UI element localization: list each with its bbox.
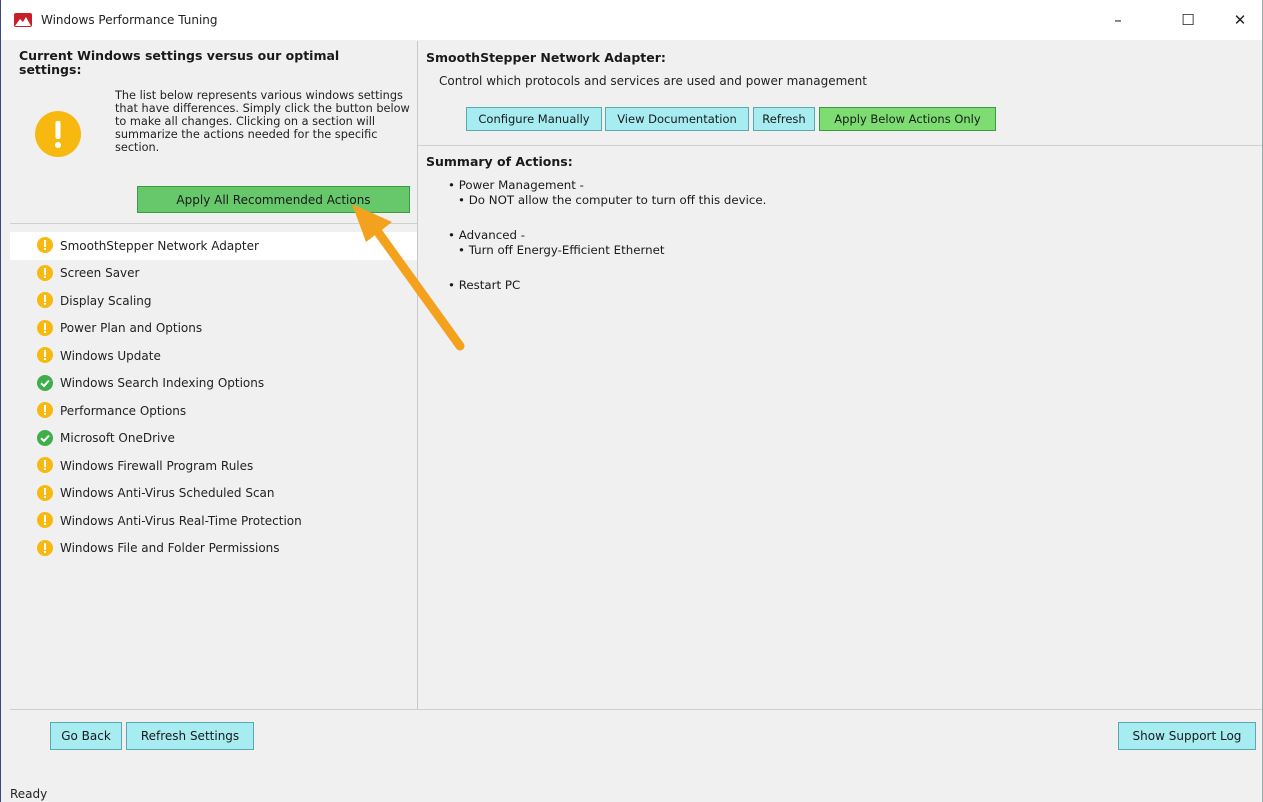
summary-subitem: • Do NOT allow the computer to turn off … (458, 193, 767, 207)
section-item-display-scaling[interactable]: Display Scaling (10, 287, 417, 315)
warning-icon (37, 402, 53, 418)
divider (10, 223, 417, 224)
section-item-onedrive[interactable]: Microsoft OneDrive (10, 425, 417, 453)
section-label: Windows Anti-Virus Scheduled Scan (60, 486, 275, 501)
view-documentation-button[interactable]: View Documentation (605, 107, 749, 131)
warning-icon (37, 292, 53, 308)
section-detail-subtitle: Control which protocols and services are… (439, 74, 867, 88)
section-item-screen-saver[interactable]: Screen Saver (10, 260, 417, 288)
section-list: SmoothStepper Network Adapter Screen Sav… (10, 232, 417, 562)
minimize-icon[interactable]: – (1091, 0, 1145, 40)
go-back-button[interactable]: Go Back (50, 722, 122, 750)
section-label: Windows Update (60, 348, 161, 363)
section-label: Performance Options (60, 403, 187, 418)
apply-all-recommended-button[interactable]: Apply All Recommended Actions (137, 186, 410, 213)
left-heading: Current Windows settings versus our opti… (19, 48, 340, 77)
section-item-smoothstepper[interactable]: SmoothStepper Network Adapter (10, 232, 417, 260)
warning-icon (37, 347, 53, 363)
warning-icon (37, 457, 53, 473)
show-support-log-button[interactable]: Show Support Log (1118, 722, 1256, 750)
section-label: Windows Search Indexing Options (60, 376, 265, 391)
warning-icon (37, 319, 53, 336)
warning-icon (37, 539, 53, 556)
section-item-search-indexing[interactable]: Windows Search Indexing Options (10, 370, 417, 398)
section-label: Screen Saver (60, 266, 140, 281)
section-item-antivirus-realtime[interactable]: Windows Anti-Virus Real-Time Protection (10, 507, 417, 535)
divider (418, 145, 1262, 146)
section-label: Microsoft OneDrive (60, 431, 175, 446)
summary-subitem: • Turn off Energy-Efficient Ethernet (458, 243, 665, 257)
warning-icon (37, 237, 53, 253)
left-description: The list below represents various window… (115, 89, 410, 154)
summary-list: • Power Management - • Do NOT allow the … (448, 178, 766, 313)
configure-manually-button[interactable]: Configure Manually (466, 107, 602, 131)
summary-item: • Power Management - (448, 178, 584, 192)
section-item-windows-update[interactable]: Windows Update (10, 342, 417, 370)
summary-title: Summary of Actions: (426, 154, 573, 169)
section-label: Power Plan and Options (60, 321, 203, 336)
warning-icon (37, 264, 53, 281)
status-bar: Ready (10, 787, 48, 801)
summary-item: • Restart PC (448, 278, 521, 292)
warning-icon (37, 484, 53, 501)
app-logo-icon (14, 13, 32, 27)
section-item-antivirus-scheduled-scan[interactable]: Windows Anti-Virus Scheduled Scan (10, 480, 417, 508)
section-item-performance-options[interactable]: Performance Options (10, 397, 417, 425)
warning-icon (37, 512, 53, 528)
section-label: SmoothStepper Network Adapter (60, 238, 259, 253)
left-pane: Current Windows settings versus our opti… (10, 41, 418, 709)
check-icon (37, 374, 53, 391)
section-item-firewall-rules[interactable]: Windows Firewall Program Rules (10, 452, 417, 480)
section-item-file-folder-permissions[interactable]: Windows File and Folder Permissions (10, 535, 417, 563)
close-icon[interactable]: ✕ (1213, 0, 1263, 40)
refresh-button[interactable]: Refresh (753, 107, 815, 131)
section-label: Windows Firewall Program Rules (60, 458, 254, 473)
right-pane: SmoothStepper Network Adapter: Control w… (418, 41, 1262, 709)
check-icon (37, 429, 53, 446)
window-title: Windows Performance Tuning (41, 13, 218, 27)
warning-icon (35, 111, 81, 157)
maximize-icon[interactable]: ☐ (1161, 0, 1215, 40)
app-window: Windows Performance Tuning – ☐ ✕ Current… (0, 0, 1263, 802)
apply-below-actions-button[interactable]: Apply Below Actions Only (819, 107, 996, 131)
divider (10, 709, 1262, 710)
refresh-settings-button[interactable]: Refresh Settings (126, 722, 254, 750)
section-label: Display Scaling (60, 293, 152, 308)
section-detail-title: SmoothStepper Network Adapter: (426, 50, 666, 65)
section-item-power-plan[interactable]: Power Plan and Options (10, 315, 417, 343)
title-bar[interactable]: Windows Performance Tuning – ☐ ✕ (1, 0, 1262, 40)
section-label: Windows Anti-Virus Real-Time Protection (60, 513, 302, 528)
section-label: Windows File and Folder Permissions (60, 541, 280, 556)
summary-item: • Advanced - (448, 228, 525, 242)
